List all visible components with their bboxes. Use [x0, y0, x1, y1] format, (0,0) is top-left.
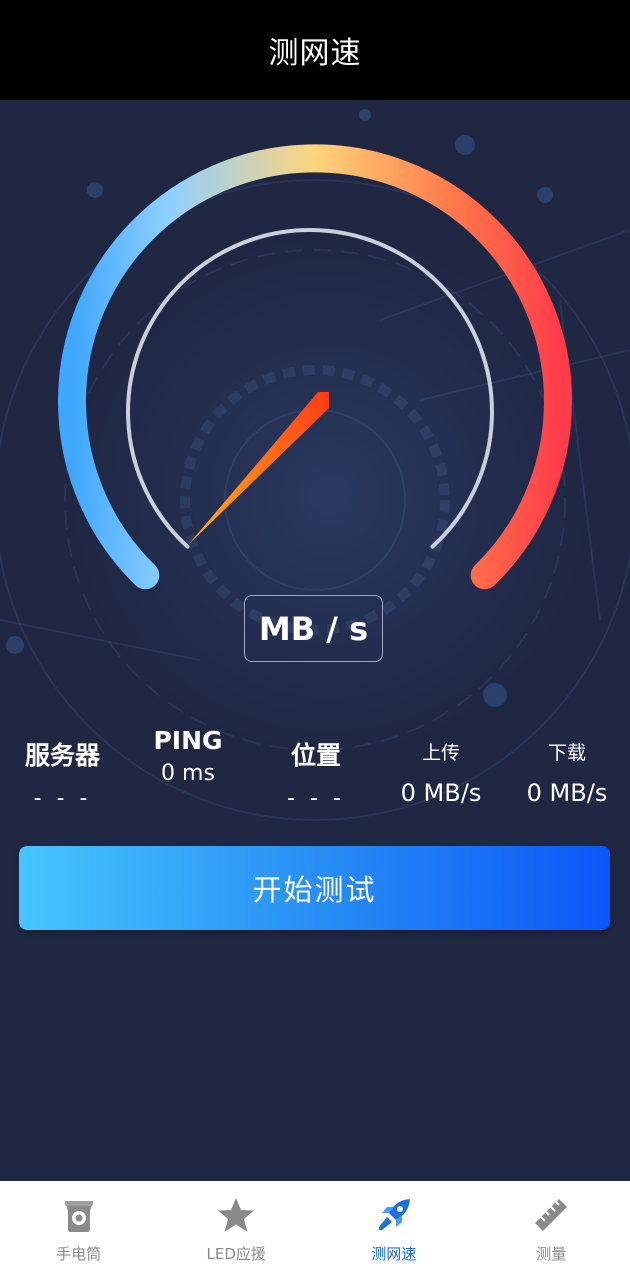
bottom-tab-bar: 手电筒 LED应援 测网速 测量 — [0, 1181, 630, 1280]
upload-value: 0 MB/s — [400, 779, 482, 807]
flashlight-icon — [64, 1201, 93, 1232]
ping-stat: PING 0 ms — [138, 726, 238, 786]
speed-unit-display: MB / s — [244, 595, 383, 662]
tab-label-measure: 测量 — [536, 1245, 567, 1263]
rocket-icon — [378, 1199, 410, 1230]
tab-label-flashlight: 手电筒 — [56, 1245, 102, 1263]
tab-speed-test[interactable]: 测网速 — [315, 1181, 473, 1280]
tab-label-led: LED应援 — [206, 1245, 266, 1263]
page-title: 测网速 — [268, 36, 362, 71]
server-stat: 服务器 - - - — [10, 736, 115, 811]
upload-label: 上传 — [421, 742, 460, 764]
server-value: - - - — [33, 786, 92, 811]
location-label: 位置 — [290, 741, 341, 770]
tab-flashlight[interactable]: 手电筒 — [0, 1181, 158, 1280]
star-icon — [218, 1198, 255, 1232]
ruler-icon — [535, 1199, 568, 1231]
title-bar: 测网速 — [0, 0, 630, 100]
download-stat: 下载 0 MB/s — [512, 738, 622, 807]
upload-stat: 上传 0 MB/s — [386, 738, 496, 807]
tab-led[interactable]: LED应援 — [158, 1181, 316, 1280]
speed-test-panel: MB / s 服务器 - - - PING 0 ms 位置 - - - 上传 0… — [0, 100, 630, 1181]
location-value: - - - — [287, 786, 345, 811]
start-test-button[interactable]: 开始测试 — [19, 846, 610, 930]
gauge-needle — [188, 392, 329, 545]
location-stat: 位置 - - - — [266, 736, 366, 811]
tab-label-speed-test: 测网速 — [371, 1245, 417, 1263]
gauge-inner-ring — [126, 227, 494, 549]
ping-label: PING — [153, 726, 223, 755]
server-label: 服务器 — [24, 741, 100, 770]
tab-measure[interactable]: 测量 — [473, 1181, 630, 1280]
ping-value: 0 ms — [161, 761, 215, 786]
download-label: 下载 — [547, 742, 586, 764]
download-value: 0 MB/s — [526, 779, 608, 807]
